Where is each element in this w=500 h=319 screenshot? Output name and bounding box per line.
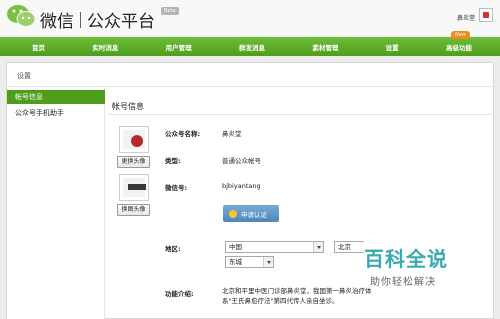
name-value: 鼻炎堂 [222,130,242,138]
sidebar: 帐号信息 公众号手机助手 [7,88,105,319]
brand-title: 微信 公众平台 [40,7,155,32]
chevron-down-icon [313,242,323,252]
verify-icon [229,209,237,218]
nav-home[interactable]: 首页 [32,42,45,52]
page-title-bar: 设置 [7,63,493,87]
change-avatar-button[interactable]: 更换头像 [117,156,150,168]
region-country-value: 中国 [229,243,242,251]
nav-mass-message[interactable]: 群发消息 [239,42,265,52]
intro-text: 北京和平里中医门诊部鼻炎堂，我国第一鼻炎治疗体系"王氏鼻愈疗法"第四代传人亲自坐… [222,287,372,305]
chevron-down-icon [263,257,273,267]
nav-user-management[interactable]: 用户管理 [166,42,192,52]
qr-image-icon [123,178,146,197]
apply-verification-button[interactable]: 申请认证 [223,205,279,222]
page-title: 设置 [17,72,31,80]
watermark-subtitle: 助你轻松解决 [370,277,436,288]
new-badge: New [451,31,470,39]
type-label: 类型: [165,157,181,165]
brand-platform: 公众平台 [87,12,155,32]
brand-separator [80,11,81,28]
account-avatar [119,126,149,153]
watermark-title: 百科全说 [364,247,448,271]
qr-avatar [119,174,149,201]
beta-badge: Beta [161,7,179,15]
nav-realtime-messages[interactable]: 实时消息 [92,42,118,52]
nav-settings[interactable]: 设置 [386,42,399,52]
type-value: 普通公众帐号 [222,157,261,165]
name-label: 公众号名称: [165,130,201,138]
sidebar-item-mobile-assistant[interactable]: 公众号手机助手 [7,106,105,120]
logo-mark-icon [131,135,143,147]
avatar-image-icon [123,130,145,149]
main-nav: 首页 实时消息 用户管理 群发消息 素材管理 设置 高级功能 [0,37,500,56]
region-district-select[interactable]: 东城 [225,256,274,268]
intro-label: 功能介绍: [165,290,194,298]
apply-verification-label: 申请认证 [241,210,267,219]
user-name[interactable]: 鼻炎堂 [457,13,475,22]
brand-wechat: 微信 [40,12,74,32]
region-city-select[interactable]: 北京 [334,241,364,253]
qr-mark-icon [128,184,146,190]
wechat-logo-icon [7,5,36,27]
user-avatar[interactable] [479,8,493,22]
region-city-value: 北京 [338,243,351,251]
avatar-image-icon [483,12,489,18]
section-title: 帐号信息 [112,102,144,111]
sidebar-item-account-info[interactable]: 帐号信息 [7,90,105,104]
wechat-id-value: bjbiyantang [222,182,261,190]
nav-material-management[interactable]: 素材管理 [312,42,338,52]
change-qr-button[interactable]: 换图头像 [117,204,150,216]
top-header: 微信 公众平台 Beta 鼻炎堂 [0,0,500,36]
section-divider [108,114,492,115]
region-country-select[interactable]: 中国 [225,241,324,253]
wechat-id-label: 微信号: [165,184,188,192]
region-district-value: 东城 [229,258,242,266]
region-label: 地区: [165,245,181,253]
nav-advanced-features[interactable]: 高级功能 [446,42,472,52]
